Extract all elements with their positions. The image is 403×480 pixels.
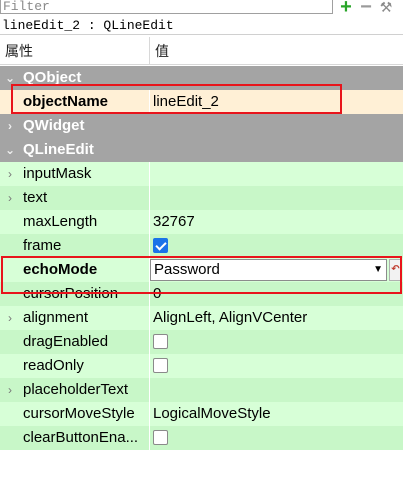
property-name: alignment <box>23 309 89 326</box>
add-property-button[interactable]: + <box>337 0 355 17</box>
dragenabled-checkbox[interactable] <box>153 334 168 349</box>
property-value[interactable]: LogicalMoveStyle <box>153 402 271 426</box>
property-row-frame[interactable]: frame <box>0 234 403 258</box>
property-value[interactable]: lineEdit_2 <box>153 90 219 114</box>
property-name: text <box>23 189 48 206</box>
property-row-echomode[interactable]: echoMode Password ▼ ↶ <box>0 258 403 282</box>
property-row-clearbuttonenabled[interactable]: clearButtonEna... <box>0 426 403 450</box>
readonly-checkbox[interactable] <box>153 358 168 373</box>
object-class-title: lineEdit_2 : QLineEdit <box>0 17 403 35</box>
property-name: frame <box>23 237 62 254</box>
section-name: QWidget <box>23 117 85 134</box>
frame-checkbox[interactable] <box>153 238 168 253</box>
remove-property-button[interactable]: − <box>357 0 375 17</box>
property-name: placeholderText <box>23 381 129 398</box>
property-row-maxlength[interactable]: maxLength 32767 <box>0 210 403 234</box>
section-qwidget[interactable]: › QWidget <box>0 114 403 138</box>
expand-chevron-down-icon[interactable]: ⌄ <box>4 66 16 90</box>
column-divider <box>149 210 150 234</box>
property-row-dragenabled[interactable]: dragEnabled <box>0 330 403 354</box>
dropdown-arrow-icon[interactable]: ▼ <box>373 260 383 280</box>
section-name: QLineEdit <box>23 141 94 158</box>
property-name: clearButtonEna... <box>23 429 139 446</box>
property-name: readOnly <box>23 357 84 374</box>
echomode-combobox[interactable]: Password ▼ <box>150 259 387 281</box>
property-row-cursormovestyle[interactable]: cursorMoveStyle LogicalMoveStyle <box>0 402 403 426</box>
combobox-selected-value: Password <box>154 261 220 278</box>
property-value[interactable]: 0 <box>153 282 161 306</box>
column-divider <box>149 402 150 426</box>
column-divider <box>149 306 150 330</box>
property-row-placeholdertext[interactable]: › placeholderText <box>0 378 403 402</box>
column-divider <box>149 162 150 186</box>
property-name: cursorPosition <box>23 285 119 302</box>
column-divider <box>149 378 150 402</box>
filter-input[interactable] <box>0 0 333 14</box>
property-name: inputMask <box>23 165 92 182</box>
property-value[interactable]: AlignLeft, AlignVCenter <box>153 306 307 330</box>
property-row-readonly[interactable]: readOnly <box>0 354 403 378</box>
property-name: maxLength <box>23 213 98 230</box>
property-name: echoMode <box>23 261 98 278</box>
property-row-text[interactable]: › text <box>0 186 403 210</box>
clearbuttonenabled-checkbox[interactable] <box>153 430 168 445</box>
property-row-cursorposition[interactable]: cursorPosition 0 <box>0 282 403 306</box>
property-value[interactable]: 32767 <box>153 210 195 234</box>
expand-chevron-right-icon[interactable]: › <box>4 306 16 330</box>
column-divider <box>149 354 150 378</box>
reset-property-button[interactable]: ↶ <box>389 259 402 281</box>
column-divider <box>149 282 150 306</box>
property-tree: ⌄ QObject objectName lineEdit_2 › QWidge… <box>0 66 403 450</box>
property-name: objectName <box>23 93 109 110</box>
expand-chevron-right-icon[interactable]: › <box>4 162 16 186</box>
property-name: cursorMoveStyle <box>23 405 135 422</box>
expand-chevron-down-icon[interactable]: ⌄ <box>4 138 16 162</box>
expand-chevron-right-icon[interactable]: › <box>4 114 16 138</box>
header-value-label[interactable]: 值 <box>155 37 169 65</box>
column-divider <box>149 186 150 210</box>
section-name: QObject <box>23 69 82 86</box>
filter-bar: + − ⚒ <box>0 0 403 17</box>
property-row-inputmask[interactable]: › inputMask <box>0 162 403 186</box>
header-property-label[interactable]: 属性 <box>5 37 33 65</box>
expand-chevron-right-icon[interactable]: › <box>4 378 16 402</box>
column-divider <box>149 234 150 258</box>
section-qlineedit[interactable]: ⌄ QLineEdit <box>0 138 403 162</box>
property-table-header: 属性 值 <box>0 37 403 65</box>
column-divider <box>149 90 150 114</box>
property-name: dragEnabled <box>23 333 109 350</box>
header-divider[interactable] <box>149 37 150 65</box>
expand-chevron-right-icon[interactable]: › <box>4 186 16 210</box>
configure-wrench-icon[interactable]: ⚒ <box>377 0 395 14</box>
section-qobject[interactable]: ⌄ QObject <box>0 66 403 90</box>
property-row-alignment[interactable]: › alignment AlignLeft, AlignVCenter <box>0 306 403 330</box>
column-divider <box>149 426 150 450</box>
column-divider <box>149 330 150 354</box>
property-row-objectname[interactable]: objectName lineEdit_2 <box>0 90 403 114</box>
